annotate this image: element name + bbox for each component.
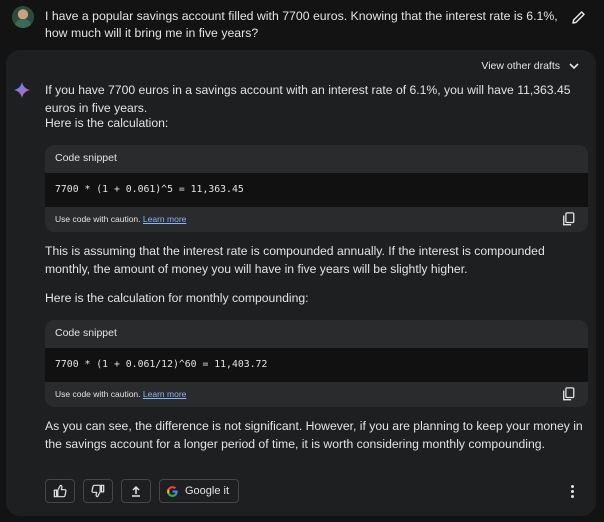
pencil-icon bbox=[572, 11, 585, 24]
response-paragraph-5: As you can see, the difference is not si… bbox=[45, 419, 583, 451]
more-options-button[interactable] bbox=[565, 481, 579, 501]
learn-more-link[interactable]: Learn more bbox=[143, 389, 186, 399]
response-paragraph-4: Here is the calculation for monthly comp… bbox=[45, 291, 309, 305]
edit-prompt-button[interactable] bbox=[570, 8, 588, 26]
thumbs-down-icon bbox=[91, 484, 105, 498]
thumbs-down-button[interactable] bbox=[83, 479, 113, 503]
thumbs-up-icon bbox=[53, 484, 67, 498]
response-actions: Google it bbox=[45, 479, 240, 503]
gemini-spark-icon bbox=[13, 81, 31, 99]
response-paragraph-3: This is assuming that the interest rate … bbox=[45, 244, 545, 276]
user-prompt-text: I have a popular savings account filled … bbox=[45, 9, 558, 40]
thumbs-up-button[interactable] bbox=[45, 479, 75, 503]
code-snippet-2: Code snippet 7700 * (1 + 0.061/12)^60 = … bbox=[45, 320, 588, 407]
code-snippet-header: Code snippet bbox=[45, 145, 588, 173]
code-caution-text: Use code with caution. bbox=[55, 214, 141, 224]
more-vert-icon-dot bbox=[570, 489, 574, 493]
code-snippet-code: 7700 * (1 + 0.061/12)^60 = 11,403.72 bbox=[45, 348, 588, 382]
code-caution-text: Use code with caution. bbox=[55, 389, 141, 399]
share-button[interactable] bbox=[121, 479, 151, 503]
code-snippet-code: 7700 * (1 + 0.061)^5 = 11,363.45 bbox=[45, 173, 588, 207]
google-g-icon bbox=[167, 485, 178, 497]
response-paragraph-2: Here is the calculation: bbox=[45, 116, 169, 130]
google-it-button[interactable]: Google it bbox=[159, 479, 240, 503]
code-snippet-footer: Use code with caution. Learn more bbox=[45, 207, 588, 232]
copy-icon[interactable] bbox=[562, 212, 575, 226]
chevron-down-icon bbox=[569, 63, 579, 70]
copy-icon[interactable] bbox=[562, 387, 575, 401]
learn-more-link[interactable]: Learn more bbox=[143, 214, 186, 224]
view-drafts-label: View other drafts bbox=[481, 60, 560, 72]
user-prompt-row: I have a popular savings account filled … bbox=[0, 0, 604, 48]
google-it-label: Google it bbox=[185, 485, 230, 497]
more-vert-icon bbox=[570, 484, 574, 488]
response-paragraph-1: If you have 7700 euros in a savings acco… bbox=[45, 83, 571, 115]
share-icon bbox=[132, 485, 140, 497]
code-snippet-header: Code snippet bbox=[45, 320, 588, 348]
more-vert-icon-dot bbox=[570, 494, 574, 498]
code-snippet-1: Code snippet 7700 * (1 + 0.061)^5 = 11,3… bbox=[45, 145, 588, 232]
view-other-drafts-button[interactable]: View other drafts bbox=[481, 60, 580, 72]
code-snippet-footer: Use code with caution. Learn more bbox=[45, 382, 588, 407]
user-avatar bbox=[12, 6, 34, 28]
